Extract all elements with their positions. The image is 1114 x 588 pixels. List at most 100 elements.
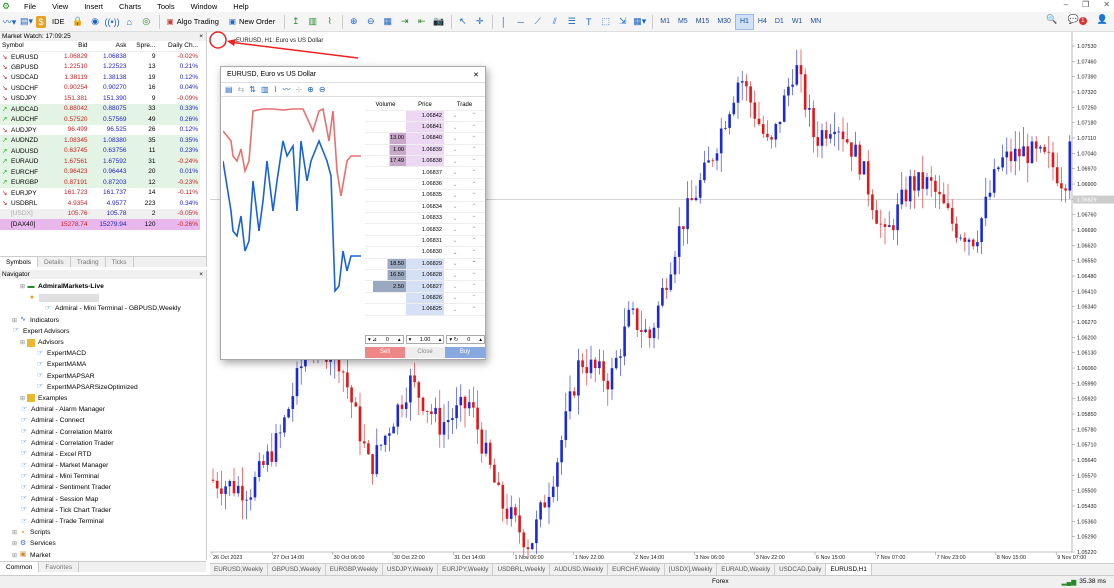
chart-tab[interactable]: USDCAD,Daily <box>775 564 827 575</box>
objects-icon[interactable]: ▦▾ <box>632 14 647 30</box>
navigator-item[interactable]: ☞ Admiral - Tick Chart Trader <box>0 505 206 516</box>
buy-chevron-icon[interactable]: ⌃ <box>471 238 476 244</box>
sl-stepper[interactable]: ▾ ⊿ 0 ▴ <box>365 335 404 344</box>
new-order-button[interactable]: ▣ New Order <box>225 14 279 30</box>
arrows-icon[interactable]: ⇲ <box>615 14 630 30</box>
dom-histogram-icon[interactable]: ⇅ <box>249 85 256 94</box>
navigator-item[interactable]: ● <box>0 292 206 303</box>
broadcast-icon[interactable]: ((•)) <box>105 14 120 30</box>
buy-chevron-icon[interactable]: ⌃ <box>471 125 476 131</box>
line-chart-icon[interactable]: ⌇ <box>322 14 337 30</box>
buy-chevron-icon[interactable]: ⌃ <box>471 273 476 279</box>
market-watch-row[interactable]: ↘ USDCHF 0.90254 0.90270 16 0.04% <box>0 82 200 93</box>
dom-trade-cell[interactable]: ⌄ ⌃ <box>443 110 485 122</box>
buy-chevron-icon[interactable]: ⌃ <box>471 147 476 153</box>
dom-trade-cell[interactable]: ⌄ ⌃ <box>443 235 485 248</box>
tile-windows-icon[interactable]: ▦ <box>380 14 395 30</box>
zoom-in-icon[interactable]: ⊕ <box>346 14 361 30</box>
dom-trade-cell[interactable]: ⌄ ⌃ <box>443 223 485 236</box>
new-chart-icon[interactable]: ▤▾ <box>19 14 34 30</box>
chart-tab[interactable]: USDBRL,Weekly <box>493 564 551 575</box>
dom-row[interactable]: 1.06831 ⌄ ⌃ <box>365 235 485 248</box>
dom-row[interactable]: 1.06832 ⌄ ⌃ <box>365 223 485 236</box>
market-watch-row[interactable]: ↘ USDCAD 1.38119 1.38138 19 0.12% <box>0 72 200 83</box>
buy-chevron-icon[interactable]: ⌃ <box>471 227 476 233</box>
market-watch-row[interactable]: ↗ AUDCAD 0.88042 0.88075 33 0.33% <box>0 103 200 114</box>
navigator-item[interactable]: ☞ Admiral - Market Manager <box>0 460 206 471</box>
tab-common[interactable]: Common <box>0 562 40 572</box>
dom-trade-cell[interactable]: ⌄ ⌃ <box>443 303 485 316</box>
navigator-item[interactable]: ☞ Admiral - Trade Terminal <box>0 516 206 527</box>
close-panel-icon[interactable]: × <box>199 271 206 278</box>
market-watch-row[interactable]: ↗ EURCHF 0.96423 0.96443 20 0.01% <box>0 166 200 177</box>
dom-row[interactable]: 1.06837 ⌄ ⌃ <box>365 166 485 179</box>
timeframe-m1[interactable]: M1 <box>656 14 674 30</box>
dom-row[interactable]: 1.06836 ⌄ ⌃ <box>365 178 485 191</box>
dom-settings-icon[interactable]: ▤ <box>225 85 233 94</box>
navigator-item[interactable]: ☞ ExpertMACD <box>0 348 206 359</box>
bar-chart-icon[interactable]: ▥ <box>305 14 320 30</box>
sell-chevron-icon[interactable]: ⌄ <box>452 113 457 119</box>
horizontal-line-icon[interactable]: ─ <box>513 14 528 30</box>
navigator-item[interactable]: ⊞ Examples <box>0 393 206 404</box>
buy-button[interactable]: Buy <box>445 347 485 358</box>
tab-symbols[interactable]: Symbols <box>0 257 38 267</box>
dom-row[interactable]: 1.06826 ⌄ ⌃ <box>365 292 485 305</box>
chart-tab[interactable]: USDJPY,Weekly <box>383 564 439 575</box>
depth-of-market-icon[interactable]: ↥ <box>288 14 303 30</box>
navigator-item[interactable]: ⊞ Advisors <box>0 337 206 348</box>
signals-icon[interactable]: ◉ <box>88 14 103 30</box>
expand-icon[interactable]: ⊞ <box>12 540 17 547</box>
market-watch-row[interactable]: ↗ EURGBP 0.87191 0.87203 12 -0.23% <box>0 177 200 188</box>
dom-trade-cell[interactable]: ⌄ ⌃ <box>443 201 485 214</box>
trend-line-icon[interactable]: ⟋ <box>530 14 545 30</box>
restore-icon[interactable]: ❐ <box>1082 0 1089 9</box>
chart-tab[interactable]: EURJPY,Weekly <box>438 564 494 575</box>
column-header[interactable]: Bid <box>50 41 90 52</box>
dom-ticks-icon[interactable]: 〰 <box>282 84 290 95</box>
menu-item-tools[interactable]: Tools <box>149 2 183 11</box>
dom-trade-cell[interactable]: ⌄ ⌃ <box>443 166 485 179</box>
lot-stepper[interactable]: ▾ 1.00 ▴ <box>405 335 445 344</box>
buy-chevron-icon[interactable]: ⌃ <box>471 113 476 119</box>
cursor-icon[interactable]: ↖ <box>455 14 470 30</box>
navigator-item[interactable]: ☞ Expert Advisors <box>0 326 206 337</box>
chart-tab[interactable]: [USDX],Weekly <box>665 564 718 575</box>
market-watch-row[interactable]: ↘ USDJPY 151.381 151.390 9 -0.09% <box>0 93 200 104</box>
dom-trade-cell[interactable]: ⌄ ⌃ <box>443 212 485 225</box>
zoom-in-icon[interactable]: ⊕ <box>307 85 314 94</box>
column-header[interactable]: Ask <box>89 41 129 52</box>
navigator-item[interactable]: ☞ Admiral - Connect <box>0 415 206 426</box>
buy-chevron-icon[interactable]: ⌃ <box>471 170 476 176</box>
sell-button[interactable]: Sell <box>365 347 405 358</box>
zoom-out-icon[interactable]: ⊖ <box>363 14 378 30</box>
market-icon[interactable]: ⌂ <box>122 14 137 30</box>
vps-icon[interactable]: ◎ <box>139 14 154 30</box>
dom-row[interactable]: 1.00 1.06839 ⌄ ⌃ <box>365 144 485 157</box>
zoom-out-icon[interactable]: ⊖ <box>319 85 326 94</box>
navigator-item[interactable]: ☞ ExpertMAPSAR <box>0 371 206 382</box>
channel-icon[interactable]: ⫽ <box>547 14 562 30</box>
market-watch-row[interactable]: ↗ AUDUSD 0.63745 0.63756 11 0.23% <box>0 145 200 156</box>
close-button[interactable]: Close <box>405 347 445 358</box>
menu-item-insert[interactable]: Insert <box>76 2 111 11</box>
dom-row[interactable]: 2.50 1.06827 ⌄ ⌃ <box>365 280 485 293</box>
chart-tab[interactable]: EURUSD,H1 <box>826 564 872 575</box>
menu-item-file[interactable]: File <box>16 2 44 11</box>
expand-icon[interactable]: ⊞ <box>12 552 17 559</box>
depth-of-market-window[interactable]: EURUSD, Euro vs US Dollar ✕ ▤ ⇆ ⇅ ▥ ⌇ 〰 ⊹… <box>220 66 486 360</box>
timeframe-w1[interactable]: W1 <box>788 14 807 30</box>
navigator-item[interactable]: ☞ Admiral - Alarm Manager <box>0 404 206 415</box>
chart-tab[interactable]: AUDUSD,Weekly <box>550 564 609 575</box>
sell-chevron-icon[interactable]: ⌄ <box>452 227 457 233</box>
dom-trade-cell[interactable]: ⌄ ⌃ <box>443 269 485 282</box>
dom-scale-icon[interactable]: ⊹ <box>295 85 302 94</box>
chart-tab[interactable]: GBPUSD,Weekly <box>268 564 326 575</box>
dom-row[interactable]: 17.49 1.06838 ⌄ ⌃ <box>365 155 485 168</box>
dom-row[interactable]: 16.50 1.06828 ⌄ ⌃ <box>365 269 485 282</box>
chart-tab[interactable]: EURGBP,Weekly <box>326 564 383 575</box>
navigator-item[interactable]: ☞ Admiral - Session Map <box>0 494 206 505</box>
buy-chevron-icon[interactable]: ⌃ <box>471 182 476 188</box>
menu-item-help[interactable]: Help <box>225 2 256 11</box>
buy-chevron-icon[interactable]: ⌃ <box>471 204 476 210</box>
